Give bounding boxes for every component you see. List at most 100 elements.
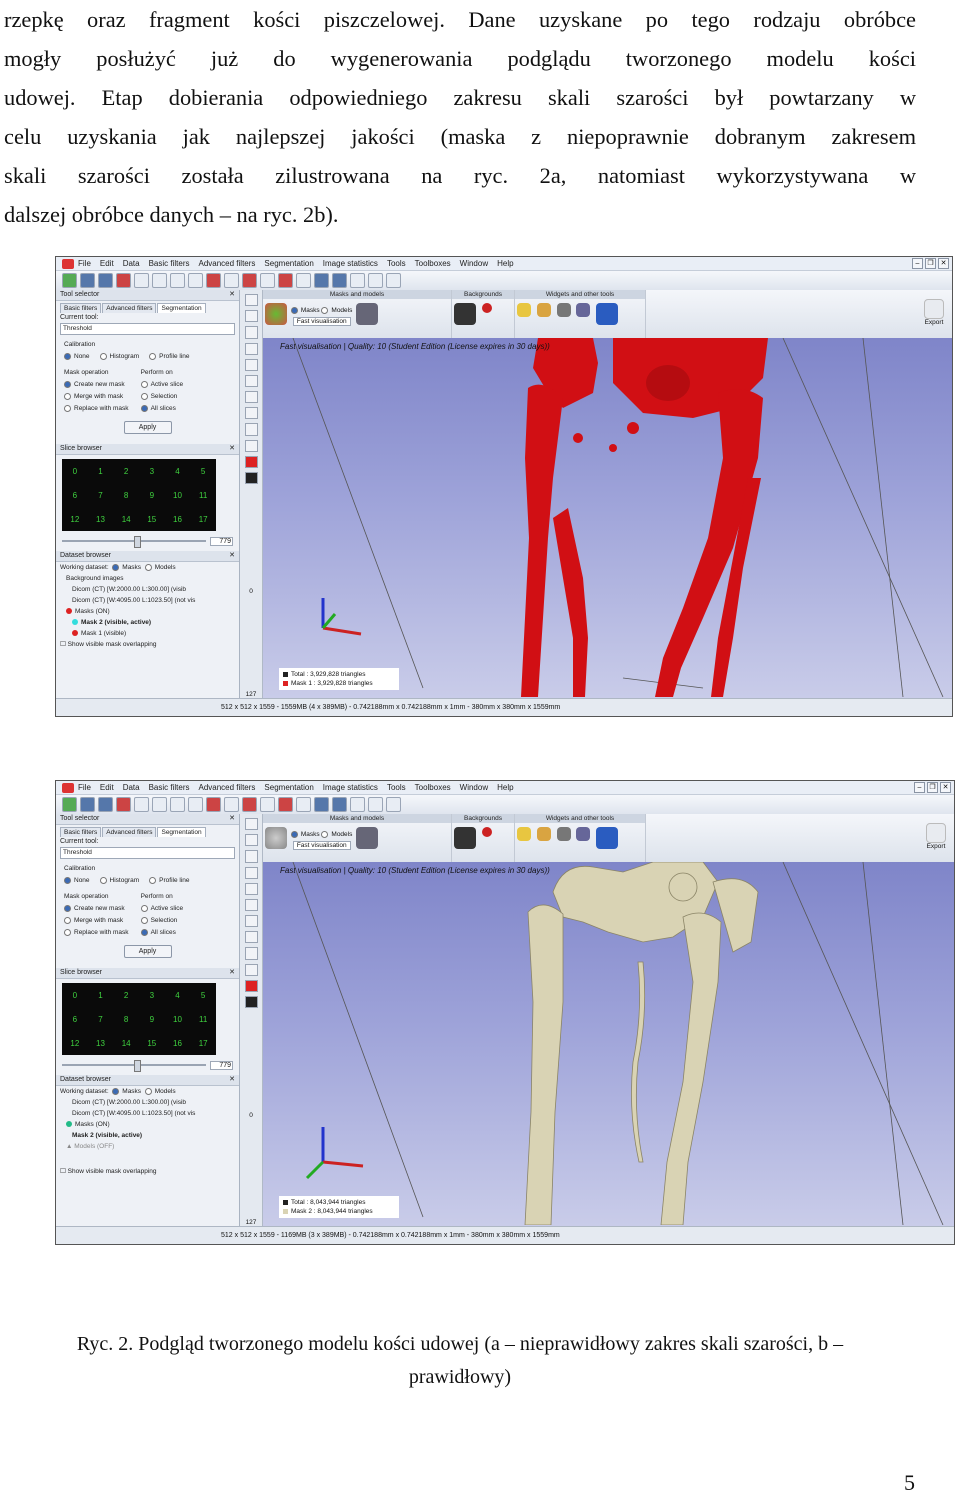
restore-icon[interactable]: ❐ <box>925 258 936 269</box>
export-icon[interactable] <box>924 299 944 319</box>
cut-icon[interactable] <box>152 273 167 288</box>
menu-tools[interactable]: Tools <box>387 257 406 270</box>
radio-profile-line[interactable]: Profile line <box>149 875 190 887</box>
export-button[interactable]: Export <box>918 814 954 862</box>
contrast-icon[interactable] <box>244 423 258 436</box>
minimize-icon[interactable]: – <box>914 782 925 793</box>
3d-icon[interactable] <box>596 827 619 849</box>
save-icon[interactable] <box>98 273 113 288</box>
mask-2-row[interactable]: Mask 2 (visible, active) <box>56 1130 239 1141</box>
rotate-icon[interactable] <box>244 326 258 339</box>
radio-merge-with-mask[interactable]: Merge with mask <box>64 915 129 927</box>
menu-help[interactable]: Help <box>497 781 513 794</box>
zoom-icon[interactable] <box>170 797 185 812</box>
dicom-row[interactable]: Dicom (CT) [W:2000.00 L:300.00] (visib <box>56 584 239 595</box>
radio-replace-with-mask[interactable]: Replace with mask <box>64 403 129 415</box>
new-icon[interactable] <box>62 273 77 288</box>
layer-icon[interactable] <box>244 915 258 928</box>
radio-all-slices[interactable]: All slices <box>140 403 184 415</box>
pan-icon[interactable] <box>244 834 258 847</box>
apply-button[interactable]: Apply <box>123 421 172 434</box>
view-gear-icon[interactable] <box>356 303 379 325</box>
menu-help[interactable]: Help <box>497 257 513 270</box>
mask-icon[interactable] <box>206 273 221 288</box>
slice-slider[interactable]: 779 <box>62 534 233 548</box>
record-icon[interactable] <box>481 827 492 837</box>
export-button[interactable]: Export <box>916 290 952 338</box>
save-icon[interactable] <box>98 797 113 812</box>
tab-advanced-filters[interactable]: Advanced filters <box>102 303 157 313</box>
new-icon[interactable] <box>62 797 77 812</box>
dicom-row[interactable]: Dicom (CT) [W:4095.00 L:1023.50] (not vi… <box>56 595 239 606</box>
menu-toolboxes[interactable]: Toolboxes <box>415 257 451 270</box>
wrench-icon[interactable] <box>332 797 347 812</box>
help-icon[interactable] <box>386 273 401 288</box>
view-gear-icon[interactable] <box>356 827 379 849</box>
slice-grid[interactable]: 012345 6 7 8 9 10 11 12 13 14 15 16 17 <box>62 459 216 531</box>
radio-replace-with-mask[interactable]: Replace with mask <box>64 927 129 939</box>
select-icon[interactable] <box>242 273 257 288</box>
text-icon[interactable] <box>314 273 329 288</box>
undo-icon[interactable] <box>116 797 131 812</box>
radio-selection[interactable]: Selection <box>140 391 184 403</box>
grid-icon[interactable] <box>188 797 203 812</box>
3d-viewport[interactable]: Fast visualisation | Quality: 10 (Studen… <box>263 338 952 698</box>
tab-basic-filters[interactable]: Basic filters <box>60 303 102 313</box>
menu-advanced-filters[interactable]: Advanced filters <box>199 257 256 270</box>
export-icon[interactable] <box>926 823 946 843</box>
zoom-in-icon[interactable] <box>244 818 258 831</box>
light-icon[interactable] <box>517 827 531 841</box>
radio-histogram[interactable]: Histogram <box>99 875 139 887</box>
close-icon[interactable]: ✕ <box>940 782 951 793</box>
measure-icon[interactable] <box>260 273 275 288</box>
camera-icon[interactable] <box>556 827 571 841</box>
restore-icon[interactable]: ❐ <box>927 782 938 793</box>
show-overlap-checkbox[interactable]: ☐ Show visible mask overlapping <box>56 1166 239 1177</box>
text-123-icon[interactable] <box>576 303 591 317</box>
box-icon[interactable] <box>536 303 551 317</box>
rotate-icon[interactable] <box>244 850 258 863</box>
wrench-icon[interactable] <box>332 273 347 288</box>
measure-icon[interactable] <box>244 407 258 420</box>
tab-segmentation[interactable]: Segmentation <box>157 827 206 837</box>
brush-icon[interactable] <box>224 273 239 288</box>
record-icon[interactable] <box>481 303 492 313</box>
menu-toolboxes[interactable]: Toolboxes <box>415 781 451 794</box>
layout-icon[interactable] <box>350 797 365 812</box>
box-icon[interactable] <box>536 827 551 841</box>
layer-icon[interactable] <box>244 391 258 404</box>
fast-icon[interactable] <box>265 303 287 325</box>
menu-basic-filters[interactable]: Basic filters <box>149 257 190 270</box>
dicom-row[interactable]: Dicom (CT) [W:2000.00 L:300.00] (visib <box>56 1097 239 1108</box>
tab-segmentation[interactable]: Segmentation <box>157 303 206 313</box>
menu-file[interactable]: File <box>78 781 91 794</box>
slice-slider[interactable]: 779 <box>62 1058 233 1072</box>
radio-profile-line[interactable]: Profile line <box>149 351 190 363</box>
background-onoff-icon[interactable] <box>454 827 476 849</box>
radio-merge-with-mask[interactable]: Merge with mask <box>64 391 129 403</box>
grid-icon[interactable] <box>188 273 203 288</box>
measure-icon[interactable] <box>244 931 258 944</box>
layout-icon[interactable] <box>350 273 365 288</box>
menu-image-statistics[interactable]: Image statistics <box>323 781 378 794</box>
menu-tools[interactable]: Tools <box>387 781 406 794</box>
select-icon[interactable] <box>242 797 257 812</box>
fill-icon[interactable] <box>296 797 311 812</box>
color-black-icon[interactable] <box>244 471 258 485</box>
background-onoff-icon[interactable] <box>454 303 476 325</box>
masks-on-row[interactable]: Masks (ON) <box>56 606 239 617</box>
radio-create-new-mask[interactable]: Create new mask <box>64 379 129 391</box>
radio-histogram[interactable]: Histogram <box>99 351 139 363</box>
text-123-icon[interactable] <box>576 827 591 841</box>
cross-icon[interactable] <box>244 898 258 912</box>
zoom-icon[interactable] <box>170 273 185 288</box>
menu-segmentation[interactable]: Segmentation <box>264 257 313 270</box>
slice-grid[interactable]: 012345 6 7 8 9 10 11 12 13 14 15 16 17 <box>62 983 216 1055</box>
menu-file[interactable]: File <box>78 257 91 270</box>
measure-icon[interactable] <box>260 797 275 812</box>
filter-icon[interactable] <box>244 963 258 976</box>
grid-icon[interactable] <box>244 358 258 371</box>
pan-icon[interactable] <box>244 310 258 323</box>
menu-edit[interactable]: Edit <box>100 781 114 794</box>
cut-icon[interactable] <box>152 797 167 812</box>
